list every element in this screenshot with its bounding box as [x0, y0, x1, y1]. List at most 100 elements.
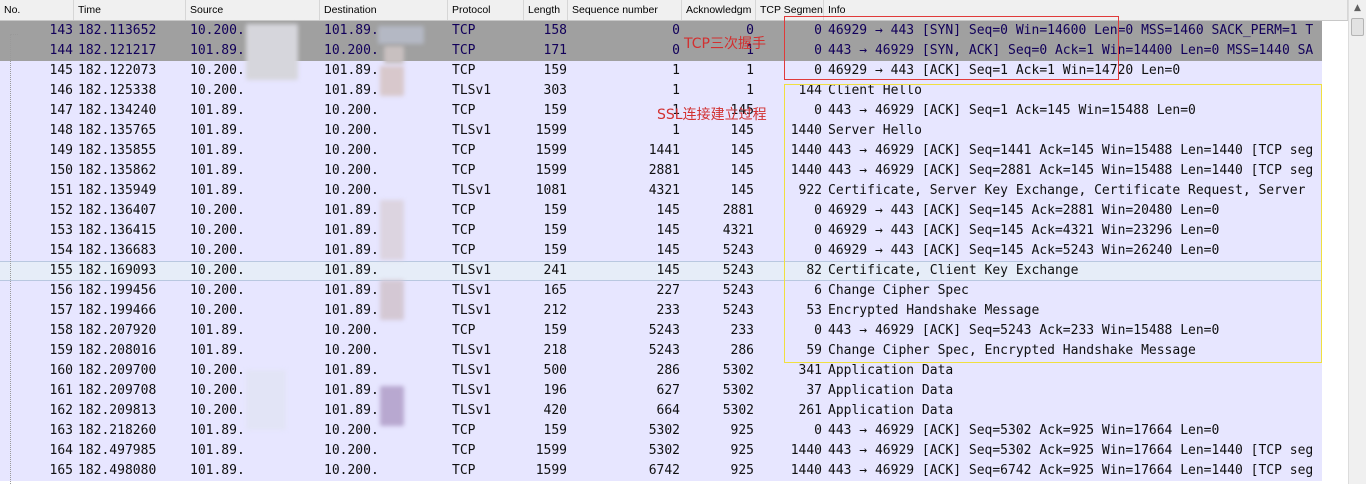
- ssl-setup-annotation: SSL连接建立过程: [657, 107, 767, 123]
- packet-length: 159: [543, 423, 567, 438]
- packet-acknowledgment: 5243: [722, 243, 754, 258]
- packet-sequence: 0: [672, 23, 680, 38]
- vertical-scrollbar[interactable]: ▲: [1348, 0, 1366, 484]
- packet-sequence: 4321: [648, 183, 680, 198]
- packet-protocol: TLSv1: [452, 183, 492, 198]
- packet-source: 101.89.: [190, 183, 245, 198]
- packet-row[interactable]: 145 182.122073 10.200. 101.89. TCP 159 1 1 0 4692…: [0, 61, 1322, 81]
- packet-protocol: TCP: [452, 23, 476, 38]
- packet-time: 182.208016: [78, 343, 157, 358]
- packet-length: 159: [543, 323, 567, 338]
- packet-protocol: TCP: [452, 63, 476, 78]
- packet-sequence: 286: [656, 363, 680, 378]
- scroll-up-arrow-icon[interactable]: ▲: [1349, 0, 1366, 17]
- packet-acknowledgment: 5302: [722, 363, 754, 378]
- packet-row[interactable]: 163 182.218260 101.89. 10.200. TCP 159 5302 925…: [0, 421, 1322, 441]
- packet-length: 241: [543, 263, 567, 278]
- packet-acknowledgment: 4321: [722, 223, 754, 238]
- packet-info: Application Data: [828, 383, 954, 398]
- packet-protocol: TCP: [452, 163, 476, 178]
- packet-row[interactable]: 165 182.498080 101.89. 10.200. TCP 1599 6742 92…: [0, 461, 1322, 481]
- packet-length: 196: [543, 383, 567, 398]
- privacy-blur: [378, 26, 424, 44]
- packet-length: 159: [543, 103, 567, 118]
- packet-time: 182.199456: [78, 283, 157, 298]
- packet-source: 10.200.: [190, 203, 245, 218]
- packet-destination: 10.200.: [324, 143, 379, 158]
- packet-time: 182.135949: [78, 183, 157, 198]
- packet-acknowledgment: 145: [730, 143, 754, 158]
- packet-protocol: TLSv1: [452, 383, 492, 398]
- ssl-setup-box: [784, 84, 1322, 363]
- packet-time: 182.497985: [78, 443, 157, 458]
- packet-time: 182.135862: [78, 163, 157, 178]
- column-header-no[interactable]: No.: [0, 0, 74, 20]
- packet-sequence: 227: [656, 283, 680, 298]
- packet-sequence: 145: [656, 263, 680, 278]
- packet-destination: 10.200.: [324, 103, 379, 118]
- packet-info: 443 → 46929 [ACK] Seq=6742 Ack=925 Win=1…: [828, 463, 1314, 478]
- packet-protocol: TCP: [452, 43, 476, 58]
- packet-row[interactable]: 161 182.209708 10.200. 101.89. TLSv1 196 627 53…: [0, 381, 1322, 401]
- tcp-handshake-annotation: TCP三次握手: [684, 36, 766, 52]
- packet-source: 101.89.: [190, 323, 245, 338]
- packet-destination: 10.200.: [324, 443, 379, 458]
- packet-protocol: TLSv1: [452, 403, 492, 418]
- column-header-destination[interactable]: Destination: [320, 0, 448, 20]
- column-header-source[interactable]: Source: [186, 0, 320, 20]
- column-header-protocol[interactable]: Protocol: [448, 0, 524, 20]
- packet-sequence: 1: [672, 123, 680, 138]
- packet-acknowledgment: 925: [730, 443, 754, 458]
- packet-time: 182.121217: [78, 43, 157, 58]
- packet-sequence: 1441: [648, 143, 680, 158]
- packet-sequence: 145: [656, 243, 680, 258]
- packet-destination: 10.200.: [324, 163, 379, 178]
- packet-protocol: TLSv1: [452, 283, 492, 298]
- scrollbar-thumb[interactable]: [1351, 18, 1364, 36]
- packet-source: 101.89.: [190, 343, 245, 358]
- packet-sequence: 6742: [648, 463, 680, 478]
- packet-time: 182.136415: [78, 223, 157, 238]
- packet-row[interactable]: 144 182.121217 101.89. 10.200. TCP 171 0 1 0 443 …: [0, 41, 1322, 61]
- packet-row[interactable]: 162 182.209813 10.200. 101.89. TLSv1 420 664 53…: [0, 401, 1322, 421]
- packet-sequence: 5302: [648, 423, 680, 438]
- packet-protocol: TCP: [452, 203, 476, 218]
- packet-sequence: 2881: [648, 163, 680, 178]
- column-header-length[interactable]: Length: [524, 0, 568, 20]
- packet-row[interactable]: 160 182.209700 10.200. 101.89. TLSv1 500 286 53…: [0, 361, 1322, 381]
- column-header-sequence[interactable]: Sequence number: [568, 0, 682, 20]
- privacy-blur: [246, 370, 286, 430]
- packet-source: 10.200.: [190, 263, 245, 278]
- packet-tcp-segment: 1440: [790, 443, 822, 458]
- packet-length: 1599: [535, 143, 567, 158]
- packet-destination: 10.200.: [324, 183, 379, 198]
- packet-sequence: 0: [672, 43, 680, 58]
- packet-row[interactable]: 164 182.497985 101.89. 10.200. TCP 1599 5302 92…: [0, 441, 1322, 461]
- packet-acknowledgment: 233: [730, 323, 754, 338]
- packet-sequence: 145: [656, 203, 680, 218]
- packet-protocol: TCP: [452, 463, 476, 478]
- packet-protocol: TLSv1: [452, 83, 492, 98]
- column-header-acknowledgment[interactable]: Acknowledgm: [682, 0, 756, 20]
- packet-destination: 101.89.: [324, 263, 379, 278]
- packet-row[interactable]: 143 182.113652 10.200. 101.89. TCP 158 0 0 0 4692…: [0, 21, 1322, 41]
- packet-time: 182.136407: [78, 203, 157, 218]
- column-header-time[interactable]: Time: [74, 0, 186, 20]
- packet-protocol: TCP: [452, 143, 476, 158]
- packet-protocol: TCP: [452, 103, 476, 118]
- packet-time: 182.136683: [78, 243, 157, 258]
- packet-info: Application Data: [828, 403, 954, 418]
- packet-length: 159: [543, 223, 567, 238]
- packet-sequence: 5243: [648, 343, 680, 358]
- packet-length: 218: [543, 343, 567, 358]
- packet-length: 1599: [535, 123, 567, 138]
- packet-length: 500: [543, 363, 567, 378]
- packet-source: 101.89.: [190, 123, 245, 138]
- packet-time: 182.218260: [78, 423, 157, 438]
- packet-info: Application Data: [828, 363, 954, 378]
- packet-time: 182.169093: [78, 263, 157, 278]
- packet-info: 443 → 46929 [ACK] Seq=5302 Ack=925 Win=1…: [828, 423, 1220, 438]
- packet-source: 101.89.: [190, 143, 245, 158]
- packet-time: 182.135855: [78, 143, 157, 158]
- packet-length: 165: [543, 283, 567, 298]
